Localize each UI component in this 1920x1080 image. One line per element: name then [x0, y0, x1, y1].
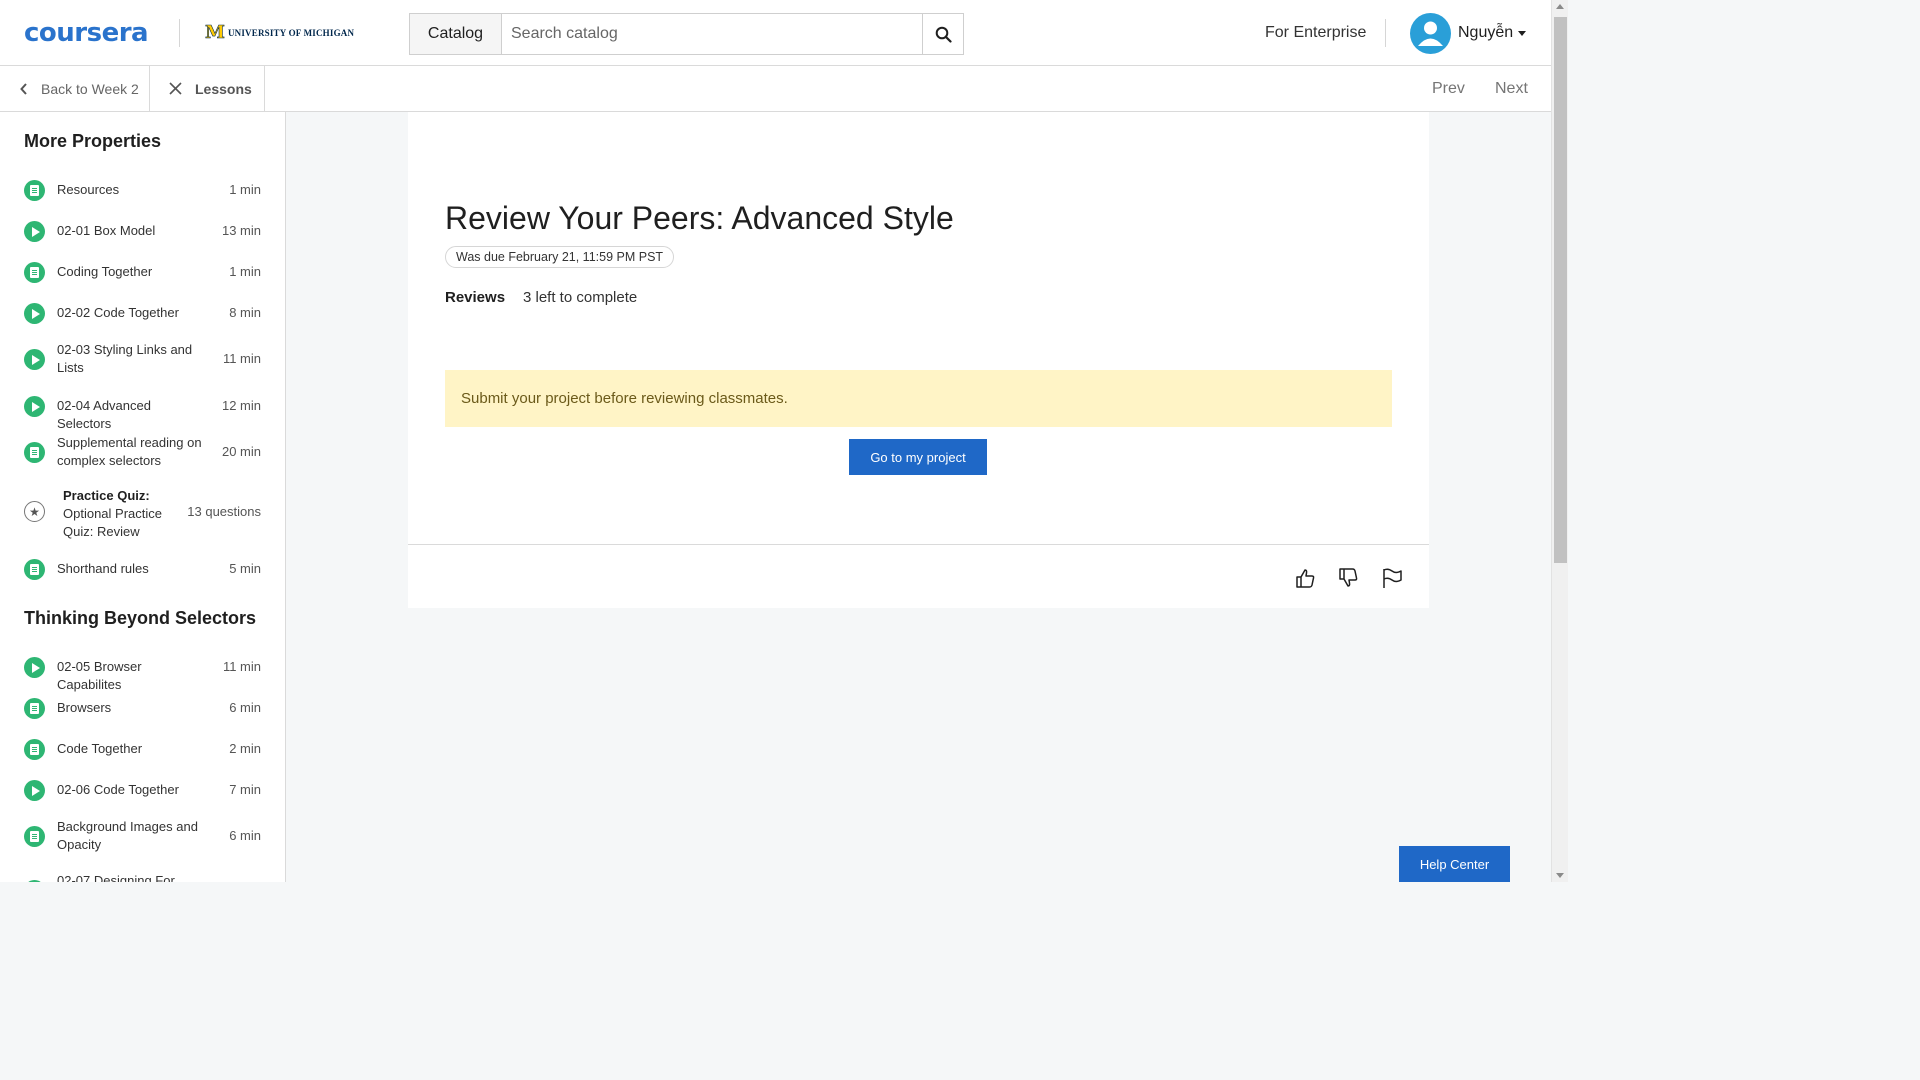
university-logo[interactable]: M UNIVERSITY OF MICHIGAN [205, 22, 355, 43]
dislike-button[interactable] [1336, 566, 1360, 590]
lesson-label: 02-02 Code Together [57, 305, 179, 320]
help-center-button[interactable]: Help Center [1399, 846, 1510, 882]
search-icon [935, 26, 952, 43]
scroll-up-icon[interactable] [1556, 4, 1564, 9]
lesson-duration: 11 min [222, 351, 261, 366]
reading-completed-icon [24, 262, 45, 283]
user-icon [1418, 21, 1443, 46]
logo-divider [179, 19, 180, 47]
report-button[interactable] [1380, 566, 1404, 590]
lesson-duration: 12 min [221, 398, 261, 413]
quiz-title: Optional Practice Quiz: Review [63, 506, 162, 539]
page-scrollbar[interactable] [1551, 0, 1568, 882]
lesson-label: 02-01 Box Model [57, 223, 156, 238]
divider [408, 544, 1429, 545]
lesson-duration: 13 min [221, 223, 261, 238]
lesson-label: Resources [57, 182, 120, 197]
lesson-label: 02-05 Browser Capabilites [57, 659, 142, 692]
search-button[interactable] [922, 14, 963, 54]
due-date-badge: Was due February 21, 11:59 PM PST [445, 246, 675, 268]
close-icon [169, 82, 182, 95]
section-title: Thinking Beyond Selectors [24, 608, 257, 628]
reading-completed-icon [24, 180, 45, 201]
lesson-label: Shorthand rules [57, 561, 149, 576]
chevron-down-icon[interactable] [1518, 31, 1526, 36]
thumbs-up-icon [1296, 569, 1315, 588]
submit-notice: Submit your project before reviewing cla… [445, 370, 1392, 427]
lesson-label: Browsers [57, 700, 112, 715]
lesson-label: 02-04 Advanced Selectors [57, 398, 151, 431]
star-icon: ★ [24, 501, 45, 522]
video-completed-icon [24, 780, 45, 801]
video-completed-icon [24, 396, 45, 417]
search-input[interactable] [502, 14, 922, 54]
assignment-card: Review Your Peers: Advanced Style Was du… [408, 112, 1429, 608]
video-completed-icon [24, 657, 45, 678]
catalog-button[interactable]: Catalog [410, 14, 502, 54]
lesson-label: Practice Quiz: Optional Practice Quiz: R… [63, 487, 178, 541]
lesson-label: Supplemental reading on complex selector… [57, 435, 202, 468]
lesson-duration: 8 min [229, 305, 261, 320]
reading-completed-icon [24, 739, 45, 760]
lesson-duration: 11 min [222, 659, 261, 674]
video-completed-icon [24, 303, 45, 324]
next-button[interactable]: Next [1495, 80, 1528, 98]
flag-icon [1383, 568, 1402, 588]
top-header: coursera M UNIVERSITY OF MICHIGAN Catalo… [0, 0, 1551, 66]
prev-button[interactable]: Prev [1432, 80, 1465, 98]
video-completed-icon [24, 880, 45, 882]
lesson-navbar: Back to Week 2 Lessons Prev Next [0, 66, 1551, 112]
lesson-label: 02-07 Designing For [57, 873, 175, 882]
lesson-label: Coding Together [57, 264, 153, 279]
header-divider [1385, 19, 1386, 47]
reviews-label: Reviews [445, 289, 506, 306]
reading-completed-icon [24, 826, 45, 847]
lesson-label: Code Together [57, 741, 143, 756]
coursera-logo[interactable]: coursera [24, 18, 149, 48]
thumbs-down-icon [1339, 568, 1358, 587]
lesson-duration: 6 min [229, 700, 261, 715]
scroll-down-icon[interactable] [1556, 873, 1564, 878]
scrollbar-thumb[interactable] [1554, 17, 1567, 563]
back-to-week-button[interactable]: Back to Week 2 [0, 66, 150, 111]
video-completed-icon [24, 349, 45, 370]
university-name: UNIVERSITY OF MICHIGAN [227, 28, 355, 38]
like-button[interactable] [1293, 566, 1317, 590]
umich-m-icon: M [205, 22, 226, 43]
lessons-sidebar: More Properties Resources 1 min 02-01 Bo… [0, 112, 286, 882]
reviews-remaining: 3 left to complete [523, 289, 638, 306]
lesson-label: 02-06 Code Together [57, 782, 179, 797]
section-title: More Properties [24, 131, 162, 151]
back-to-week-label: Back to Week 2 [41, 80, 139, 97]
lesson-duration: 2 min [229, 741, 261, 756]
lesson-duration: 20 min [221, 444, 261, 459]
lesson-label: Background Images and Opacity [57, 819, 198, 852]
chevron-left-icon [20, 82, 27, 95]
lesson-duration: 5 min [229, 561, 261, 576]
quiz-type-label: Practice Quiz: [63, 488, 150, 503]
video-completed-icon [24, 221, 45, 242]
lessons-label: Lessons [195, 80, 252, 97]
lesson-duration: 1 min [229, 182, 261, 197]
lesson-duration: 6 min [229, 828, 261, 843]
username[interactable]: Nguyễn [1458, 24, 1513, 42]
lesson-label: 02-03 Styling Links and Lists [57, 342, 193, 375]
page-title: Review Your Peers: Advanced Style [445, 200, 954, 236]
reading-completed-icon [24, 559, 45, 580]
lesson-duration: 13 questions [187, 504, 261, 519]
search-bar: Catalog [409, 13, 964, 55]
reading-completed-icon [24, 442, 45, 463]
avatar[interactable] [1410, 13, 1451, 54]
notice-text: Submit your project before reviewing cla… [461, 390, 788, 407]
lessons-toggle-button[interactable]: Lessons [150, 66, 265, 111]
go-to-my-project-button[interactable]: Go to my project [849, 439, 987, 475]
reading-completed-icon [24, 698, 45, 719]
lesson-duration: 7 min [229, 782, 261, 797]
lesson-duration: 1 min [229, 264, 261, 279]
for-enterprise-link[interactable]: For Enterprise [1265, 24, 1366, 42]
